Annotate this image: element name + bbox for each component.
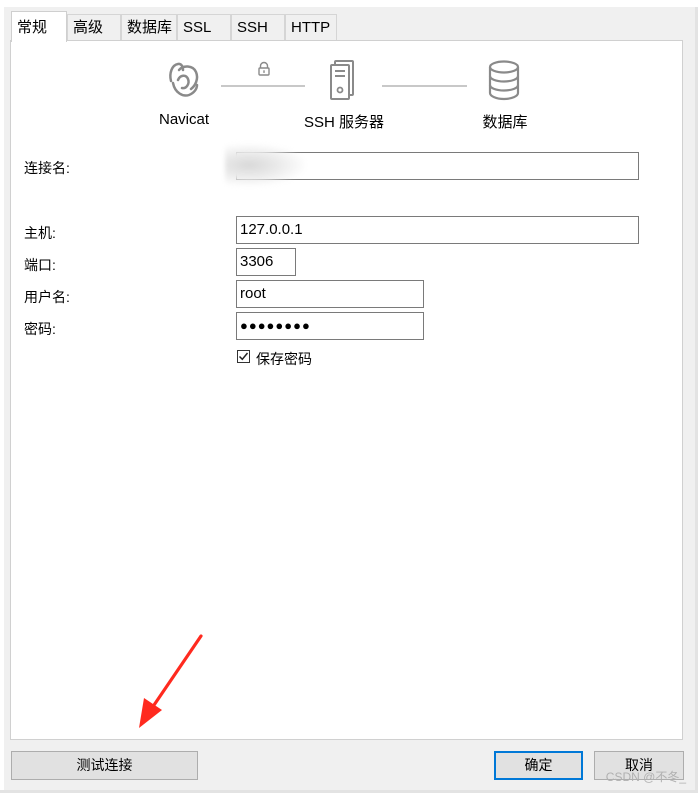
watermark: CSDN @不冬_ xyxy=(605,770,686,784)
window-top-edge xyxy=(0,0,698,7)
ok-button[interactable]: 确定 xyxy=(494,751,583,780)
port-label: 端口: xyxy=(24,257,56,273)
general-settings-panel: Navicat SSH 服务器 数据库 xyxy=(10,40,683,740)
tab-advanced[interactable]: 高级 xyxy=(67,14,121,40)
redacted-blur xyxy=(225,144,305,186)
tab-ssl[interactable]: SSL xyxy=(177,14,231,40)
diagram-label-database: 数据库 xyxy=(482,114,528,131)
navicat-logo-icon xyxy=(169,62,199,97)
username-field[interactable]: root xyxy=(236,280,424,308)
tab-general[interactable]: 常规 xyxy=(11,11,67,42)
port-field[interactable]: 3306 xyxy=(236,248,296,276)
lock-icon xyxy=(258,61,270,76)
annotation-arrow-icon xyxy=(139,634,203,728)
password-label: 密码: xyxy=(24,321,56,337)
server-icon xyxy=(330,60,354,100)
diagram-label-navicat: Navicat xyxy=(158,111,210,128)
checkmark-icon xyxy=(238,352,249,361)
database-icon xyxy=(488,60,520,101)
diagram-label-ssh-server: SSH 服务器 xyxy=(303,114,384,131)
tab-http[interactable]: HTTP xyxy=(285,14,337,40)
username-label: 用户名: xyxy=(24,289,70,305)
save-password-label[interactable]: 保存密码 xyxy=(256,349,312,369)
tab-database[interactable]: 数据库 xyxy=(121,14,177,40)
host-field[interactable]: 127.0.0.1 xyxy=(236,216,639,244)
tab-ssh[interactable]: SSH xyxy=(231,14,285,40)
save-password-checkbox[interactable] xyxy=(237,350,250,363)
window-left-edge xyxy=(0,7,4,790)
host-label: 主机: xyxy=(24,225,56,241)
connector-line xyxy=(221,85,305,87)
connection-name-label: 连接名: xyxy=(24,160,70,176)
test-connection-button[interactable]: 测试连接 xyxy=(11,751,198,780)
connector-line xyxy=(382,85,467,87)
password-field[interactable]: ●●●●●●●● xyxy=(236,312,424,340)
